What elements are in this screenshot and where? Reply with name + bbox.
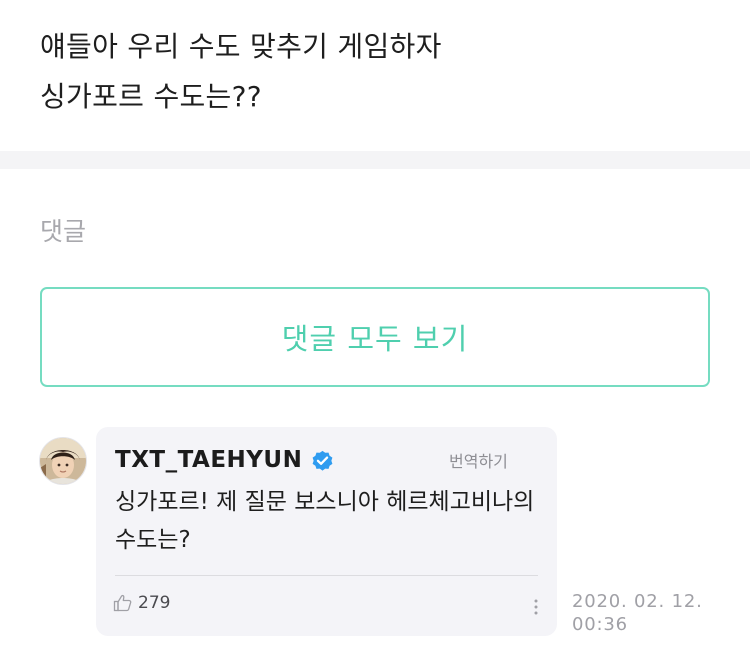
author-row: TXT_TAEHYUN (115, 447, 335, 473)
avatar[interactable] (39, 437, 87, 485)
timestamp-date: 2020. 02. 12. (572, 591, 703, 612)
verified-badge-icon (310, 448, 335, 473)
post-line-1: 얘들아 우리 수도 맞추기 게임하자 (40, 30, 442, 63)
translate-link[interactable]: 번역하기 (449, 448, 508, 472)
author-name[interactable]: TXT_TAEHYUN (115, 447, 302, 473)
comments-heading: 댓글 (40, 217, 87, 246)
post-body: 얘들아 우리 수도 맞추기 게임하자 싱가포르 수도는?? (40, 22, 720, 122)
like-button[interactable]: 279 (113, 593, 170, 613)
thumbs-up-icon (113, 593, 133, 613)
view-all-comments-button[interactable]: 댓글 모두 보기 (40, 287, 710, 387)
comment-divider (115, 575, 538, 576)
more-vertical-icon[interactable] (530, 597, 542, 617)
comment-bubble: TXT_TAEHYUN 번역하기 싱가포르! 제 질문 보스니아 헤르체고비나의… (96, 427, 557, 636)
timestamp-time: 00:36 (572, 614, 628, 635)
page: 얘들아 우리 수도 맞추기 게임하자 싱가포르 수도는?? 댓글 댓글 모두 보… (0, 0, 750, 664)
avatar-image (40, 438, 86, 484)
section-divider (0, 151, 750, 169)
like-count: 279 (138, 593, 171, 613)
comment-text: 싱가포르! 제 질문 보스니아 헤르체고비나의 수도는? (115, 489, 535, 553)
view-all-comments-label: 댓글 모두 보기 (281, 322, 469, 356)
comment-timestamp: 2020. 02. 12. 00:36 (572, 590, 732, 636)
post-line-2: 싱가포르 수도는?? (40, 80, 262, 113)
